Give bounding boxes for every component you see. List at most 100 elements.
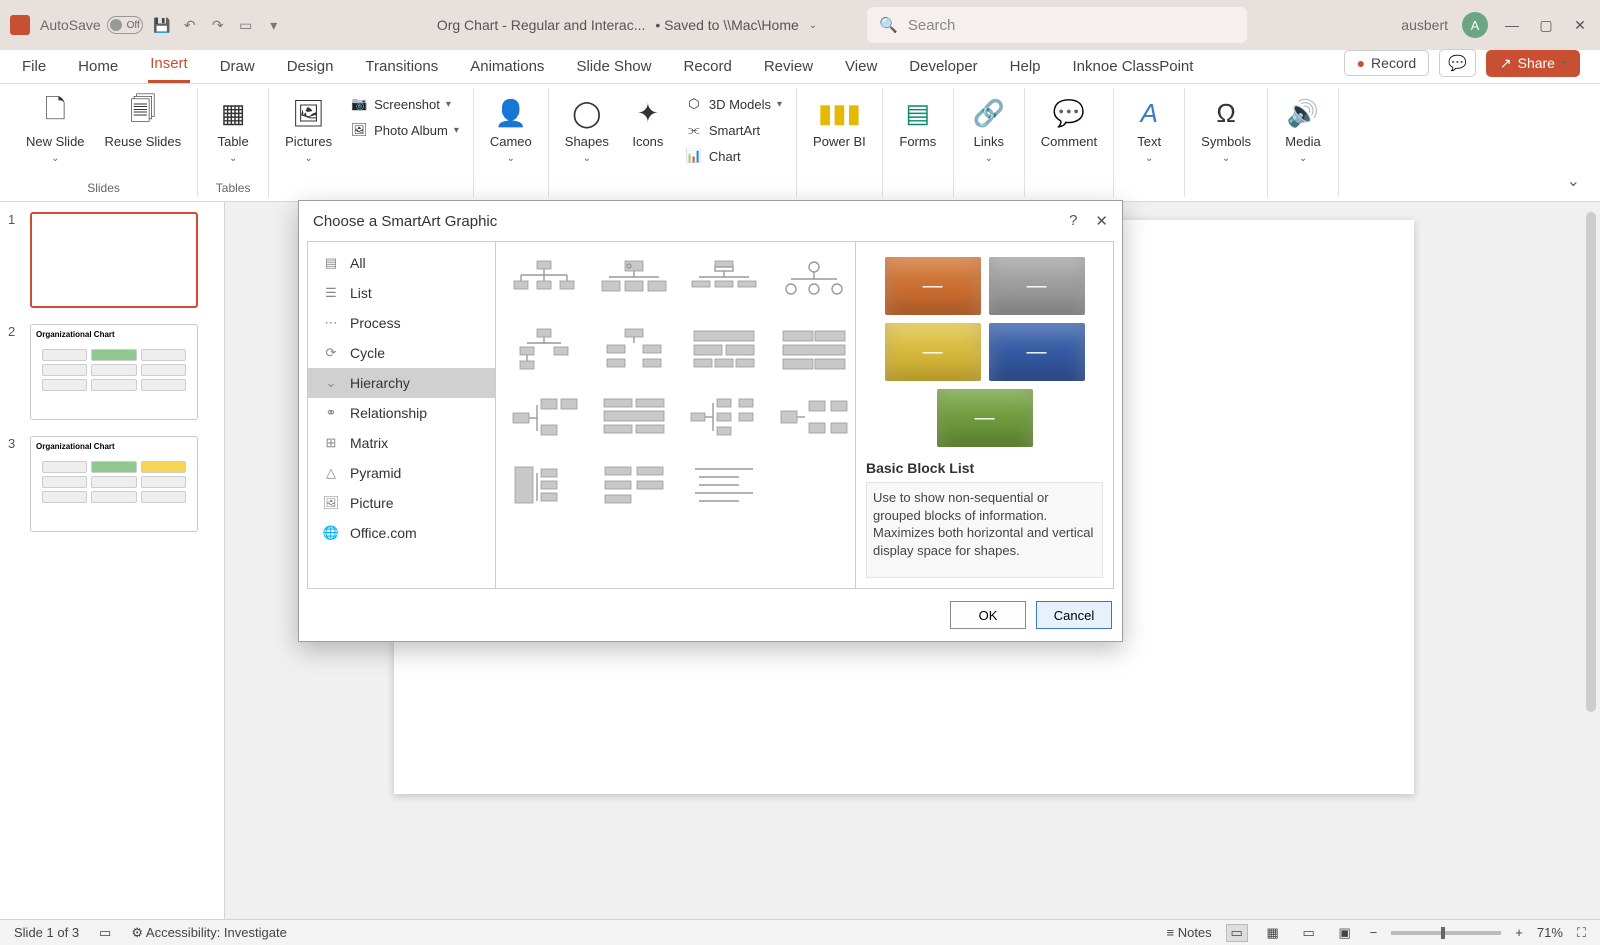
search-input[interactable]: 🔍 Search	[867, 7, 1247, 43]
normal-view-icon[interactable]: ▭	[1226, 924, 1248, 942]
category-process[interactable]: ⋯Process	[308, 308, 495, 338]
layout-horizontal-org[interactable]	[506, 392, 582, 442]
text-button[interactable]: AText⌄	[1124, 92, 1174, 168]
links-button[interactable]: 🔗Links⌄	[964, 92, 1014, 168]
tab-view[interactable]: View	[843, 52, 879, 83]
forms-button[interactable]: ▤Forms	[893, 92, 943, 153]
layout-architecture[interactable]	[776, 324, 852, 374]
tab-classpoint[interactable]: Inknoe ClassPoint	[1071, 52, 1196, 83]
layout-org-chart[interactable]	[506, 256, 582, 306]
layout-picture-org[interactable]	[596, 256, 672, 306]
layout-circle-org[interactable]	[776, 256, 852, 306]
layout-name-title-org[interactable]	[686, 256, 762, 306]
photo-album-button[interactable]: 🖼Photo Album ▾	[346, 118, 463, 142]
tab-animations[interactable]: Animations	[468, 52, 546, 83]
table-button[interactable]: ▦Table⌄	[208, 92, 258, 168]
slide-thumb-2[interactable]: Organizational Chart	[30, 324, 198, 420]
symbols-button[interactable]: ΩSymbols⌄	[1195, 92, 1257, 168]
save-icon[interactable]: 💾	[153, 16, 171, 34]
zoom-in-icon[interactable]: +	[1515, 925, 1523, 940]
ribbon-expand-icon[interactable]: ⌄	[1557, 165, 1590, 197]
tab-record[interactable]: Record	[681, 52, 733, 83]
layout-hierarchy-list[interactable]	[596, 460, 672, 510]
shapes-button[interactable]: ◯Shapes⌄	[559, 92, 615, 168]
comment-button[interactable]: 💬Comment	[1035, 92, 1103, 153]
share-button[interactable]: ↗ Share ▾	[1486, 50, 1580, 77]
tab-home[interactable]: Home	[76, 52, 120, 83]
3d-models-button[interactable]: ⬡3D Models ▾	[681, 92, 786, 116]
reuse-slides-button[interactable]: 🗐Reuse Slides	[99, 92, 188, 153]
zoom-slider[interactable]	[1391, 931, 1501, 935]
zoom-level[interactable]: 71%	[1537, 925, 1563, 940]
layout-lined-list[interactable]	[506, 460, 582, 510]
spellcheck-icon[interactable]: ▭	[99, 925, 111, 941]
tab-developer[interactable]: Developer	[907, 52, 979, 83]
category-office[interactable]: 🌐Office.com	[308, 518, 495, 548]
slide-counter[interactable]: Slide 1 of 3	[14, 925, 79, 940]
layout-frame-hierarchy[interactable]	[686, 460, 762, 510]
minimize-icon[interactable]: —	[1502, 15, 1522, 35]
slide-panel[interactable]: 1 2 Organizational Chart 3 Organ	[0, 202, 225, 919]
slideshow-view-icon[interactable]: ▣	[1334, 924, 1356, 942]
title-dropdown-icon[interactable]: ⌄	[809, 20, 817, 31]
category-all[interactable]: ▤All	[308, 248, 495, 278]
category-relationship[interactable]: ⚭Relationship	[308, 398, 495, 428]
layout-table-hierarchy[interactable]	[686, 324, 762, 374]
autosave-toggle[interactable]: AutoSave Off	[40, 16, 143, 34]
new-slide-button[interactable]: 🗋New Slide⌄	[20, 92, 91, 168]
accessibility-status[interactable]: ⚙ Accessibility: Investigate	[131, 925, 286, 941]
reading-view-icon[interactable]: ▭	[1298, 924, 1320, 942]
tab-file[interactable]: File	[20, 52, 48, 83]
category-picture[interactable]: 🖼Picture	[308, 488, 495, 518]
tab-insert[interactable]: Insert	[148, 49, 190, 83]
tab-review[interactable]: Review	[762, 52, 815, 83]
tab-design[interactable]: Design	[285, 52, 336, 83]
tab-transitions[interactable]: Transitions	[363, 52, 440, 83]
layout-labeled-hierarchy[interactable]	[596, 324, 672, 374]
layout-horizontal-hierarchy[interactable]	[686, 392, 762, 442]
dialog-help-icon[interactable]: ?	[1069, 212, 1077, 230]
vertical-scrollbar[interactable]	[1582, 202, 1600, 919]
smartart-button[interactable]: ⫘SmartArt	[681, 118, 786, 142]
fit-window-icon[interactable]: ⛶	[1577, 925, 1586, 941]
layout-horizontal-labeled[interactable]	[776, 392, 852, 442]
icons-button[interactable]: ✦Icons	[623, 92, 673, 153]
preview-panel: — — — — — Basic Block List Use to show n…	[855, 242, 1113, 588]
powerbi-icon: ▮▮▮	[822, 96, 856, 130]
ok-button[interactable]: OK	[950, 601, 1026, 629]
restore-icon[interactable]: ▢	[1536, 15, 1556, 35]
avatar[interactable]: A	[1462, 12, 1488, 38]
notes-button[interactable]: ≡ Notes	[1167, 925, 1212, 940]
category-list[interactable]: ☰List	[308, 278, 495, 308]
media-button[interactable]: 🔊Media⌄	[1278, 92, 1328, 168]
undo-icon[interactable]: ↶	[181, 16, 199, 34]
dialog-close-icon[interactable]: ✕	[1095, 212, 1108, 230]
category-pyramid[interactable]: △Pyramid	[308, 458, 495, 488]
category-cycle[interactable]: ⟳Cycle	[308, 338, 495, 368]
qat-more-icon[interactable]: ▾	[265, 16, 283, 34]
sorter-view-icon[interactable]: ▦	[1262, 924, 1284, 942]
cameo-button[interactable]: 👤Cameo⌄	[484, 92, 538, 168]
record-button[interactable]: Record	[1344, 50, 1430, 76]
chart-button[interactable]: 📊Chart	[681, 144, 786, 168]
layout-horizontal-multi[interactable]	[596, 392, 672, 442]
slide-thumb-1[interactable]	[30, 212, 198, 308]
pictures-button[interactable]: 🖼Pictures⌄	[279, 92, 338, 168]
powerbi-button[interactable]: ▮▮▮Power BI	[807, 92, 872, 153]
close-icon[interactable]: ✕	[1570, 15, 1590, 35]
relationship-icon: ⚭	[322, 406, 340, 420]
redo-icon[interactable]: ↷	[209, 16, 227, 34]
category-hierarchy[interactable]: ⌄Hierarchy	[308, 368, 495, 398]
tab-slideshow[interactable]: Slide Show	[574, 52, 653, 83]
cancel-button[interactable]: Cancel	[1036, 601, 1112, 629]
slide-thumb-3[interactable]: Organizational Chart	[30, 436, 198, 532]
group-tables-label: Tables	[216, 179, 251, 197]
layout-hierarchy[interactable]	[506, 324, 582, 374]
zoom-out-icon[interactable]: −	[1370, 925, 1378, 940]
tab-draw[interactable]: Draw	[218, 52, 257, 83]
present-icon[interactable]: ▭	[237, 16, 255, 34]
category-matrix[interactable]: ⊞Matrix	[308, 428, 495, 458]
tab-help[interactable]: Help	[1008, 52, 1043, 83]
comments-button[interactable]: 💬	[1439, 49, 1476, 77]
screenshot-button[interactable]: 📷Screenshot ▾	[346, 92, 463, 116]
